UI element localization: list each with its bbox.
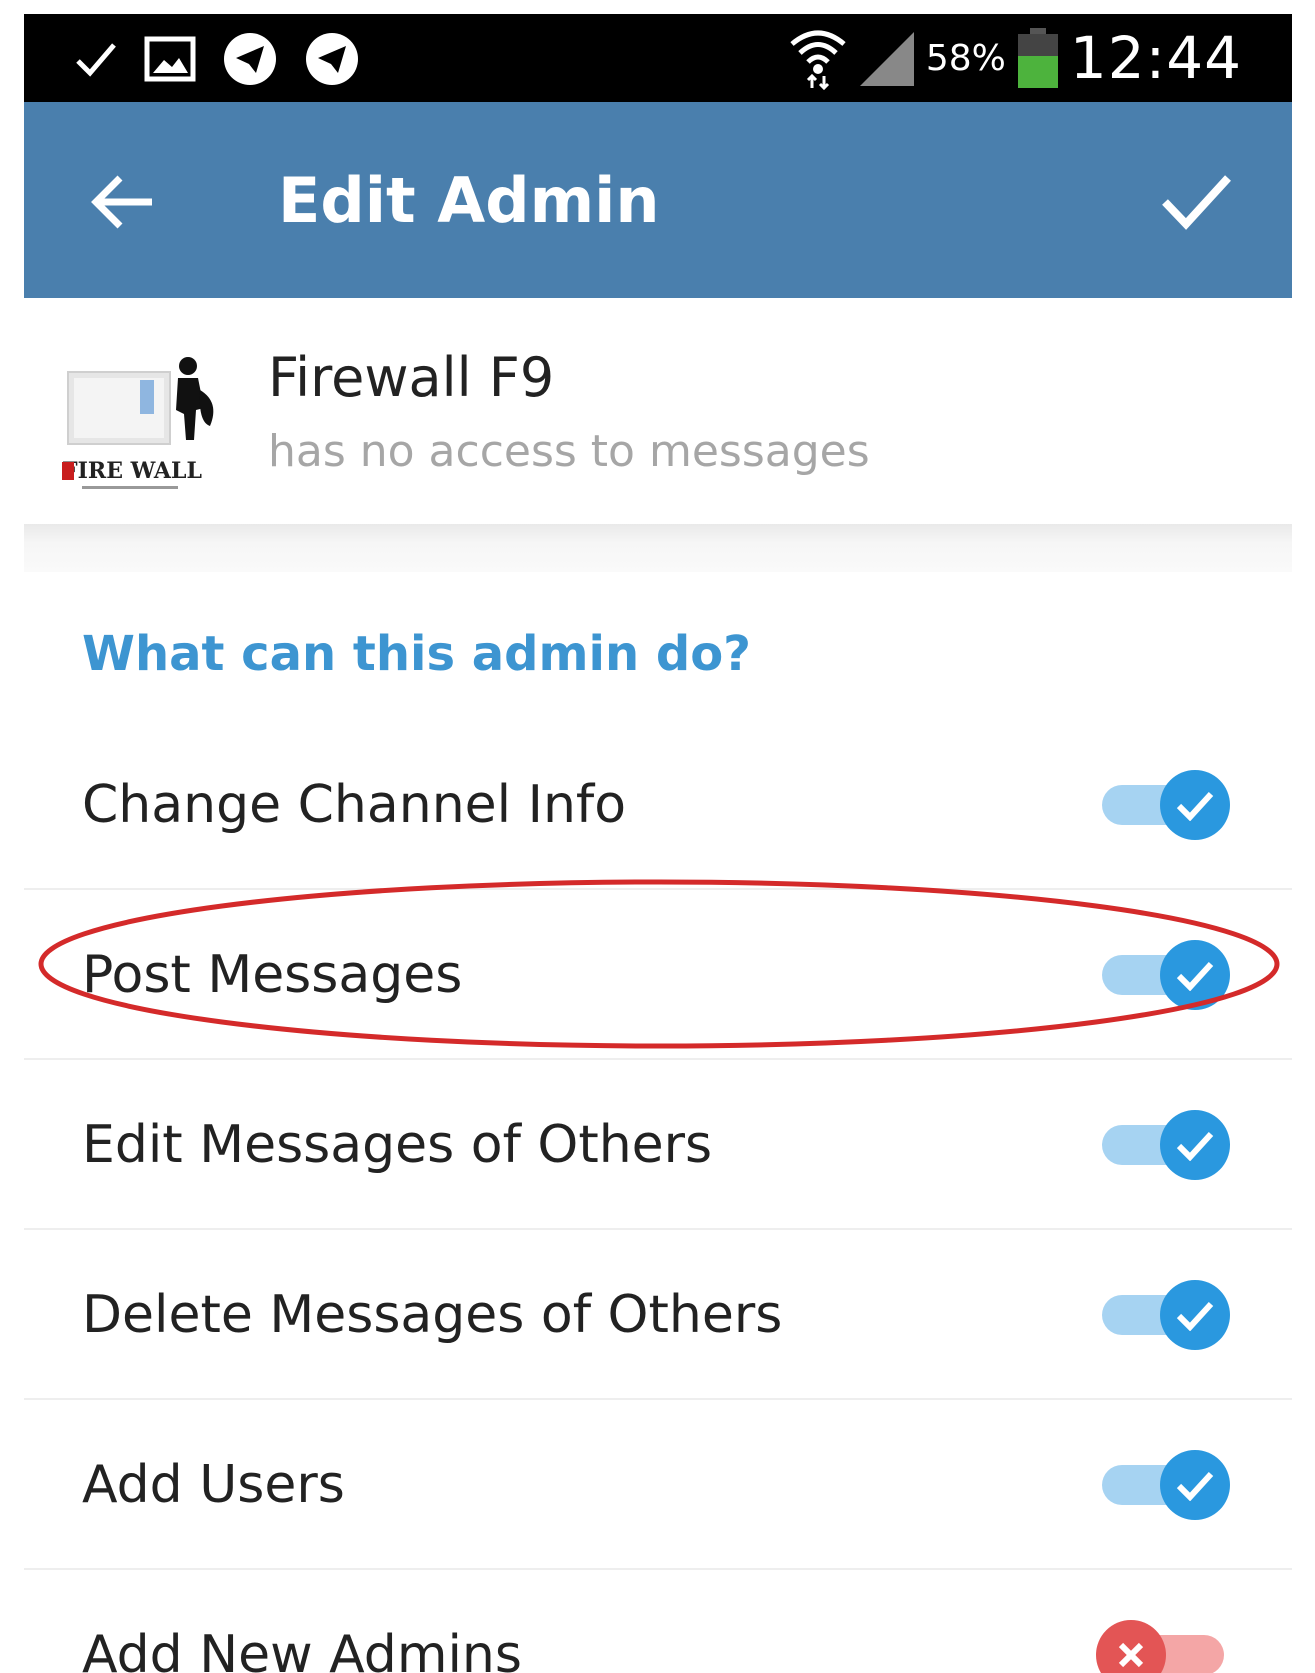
check-icon (1162, 175, 1231, 230)
check-icon (1176, 961, 1214, 991)
permission-toggle[interactable] (1096, 1450, 1230, 1520)
permission-label: Add New Admins (82, 1625, 522, 1673)
check-icon (1176, 1301, 1214, 1331)
signal-icon (858, 28, 916, 88)
clock: 12:44 (1069, 24, 1242, 92)
battery-percent: 58% (925, 37, 1006, 79)
check-icon (1176, 791, 1214, 821)
toggle-thumb (1160, 1450, 1230, 1520)
check-icon (1176, 1471, 1214, 1501)
admin-user-header: FIRE WALL Firewall F9 has no access to m… (24, 314, 1292, 534)
user-status: has no access to messages (268, 426, 870, 477)
toggle-thumb (1160, 940, 1230, 1010)
permission-toggle[interactable] (1096, 1110, 1230, 1180)
section-separator (24, 524, 1292, 572)
permission-row-delete-messages-of-others[interactable]: Delete Messages of Others (24, 1230, 1292, 1400)
user-name: Firewall F9 (268, 346, 555, 409)
close-icon (1118, 1642, 1144, 1668)
check-icon (74, 39, 118, 79)
status-bar: 58% 12:44 (24, 14, 1292, 102)
permission-row-post-messages[interactable]: Post Messages (24, 890, 1292, 1060)
screen: 58% 12:44 Edit Admin FIRE WALL Firewall … (24, 14, 1292, 1673)
telegram-icon (304, 31, 360, 87)
permission-label: Add Users (82, 1455, 345, 1515)
permission-row-add-new-admins[interactable]: Add New Admins (24, 1570, 1292, 1673)
check-icon (1176, 1131, 1214, 1161)
image-icon (144, 36, 196, 82)
page-title: Edit Admin (278, 164, 660, 237)
battery-icon (1016, 26, 1060, 90)
permission-label: Delete Messages of Others (82, 1285, 783, 1345)
avatar-logo-text: FIRE WALL (62, 458, 202, 484)
toggle-thumb (1160, 1110, 1230, 1180)
toolbar: Edit Admin (24, 102, 1292, 298)
permission-label: Change Channel Info (82, 775, 627, 835)
permission-toggle[interactable] (1096, 1620, 1230, 1673)
toggle-thumb (1160, 1280, 1230, 1350)
permission-toggle[interactable] (1096, 1280, 1230, 1350)
wifi-icon (788, 26, 848, 90)
notification-icons (74, 32, 360, 86)
telegram-icon (222, 31, 278, 87)
done-button[interactable] (1160, 170, 1232, 232)
system-icons: 58% 12:44 (788, 22, 1242, 94)
section-title: What can this admin do? (82, 626, 752, 682)
permission-toggle[interactable] (1096, 770, 1230, 840)
toggle-thumb (1160, 770, 1230, 840)
permission-row-add-users[interactable]: Add Users (24, 1400, 1292, 1570)
permission-label: Post Messages (82, 945, 463, 1005)
permission-row-edit-messages-of-others[interactable]: Edit Messages of Others (24, 1060, 1292, 1230)
permission-row-change-channel-info[interactable]: Change Channel Info (24, 720, 1292, 890)
permission-toggle[interactable] (1096, 940, 1230, 1010)
permission-label: Edit Messages of Others (82, 1115, 713, 1175)
back-button[interactable] (90, 172, 156, 232)
arrow-left-icon (91, 175, 152, 229)
toggle-thumb (1096, 1620, 1166, 1673)
avatar: FIRE WALL (60, 350, 224, 510)
